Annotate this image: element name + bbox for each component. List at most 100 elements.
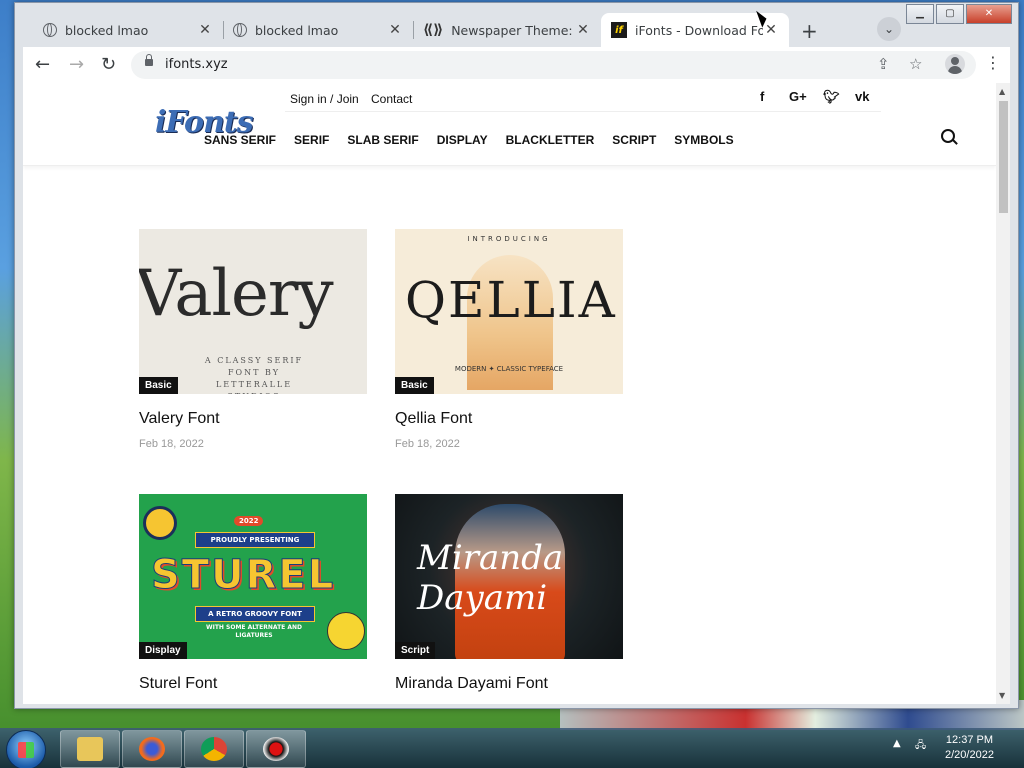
- window-controls: ▁ ▢ ✕: [904, 4, 1012, 24]
- thumb-subtitle: A CLASSY SERIF FONT BY LETTERALLE STUDIO…: [204, 356, 304, 394]
- forward-icon[interactable]: →: [69, 54, 84, 75]
- post-thumbnail[interactable]: Miranda Dayami Script: [395, 494, 623, 659]
- record-icon: [263, 737, 289, 761]
- menu-serif[interactable]: SERIF: [294, 133, 329, 147]
- category-badge[interactable]: Display: [139, 642, 187, 659]
- thumb-text: QELLIA: [405, 271, 617, 329]
- facebook-icon[interactable]: f: [760, 89, 764, 104]
- globe-icon: [43, 23, 57, 37]
- clock-date: 2/20/2022: [945, 749, 994, 761]
- clock-time: 12:37 PM: [945, 734, 994, 746]
- sign-in-link[interactable]: Sign in / Join: [290, 92, 359, 106]
- taskbar: ▲ 🖧︎ 12:37 PM 2/20/2022: [0, 728, 1024, 768]
- header-divider: [285, 111, 881, 112]
- twitter-icon[interactable]: 🐦︎: [823, 89, 840, 105]
- tab-strip: blocked lmao ✕ blocked lmao ✕ ⟪⟫ Newspap…: [15, 3, 1018, 47]
- menu-blackletter[interactable]: BLACKLETTER: [506, 133, 595, 147]
- site-header: Sign in / Join Contact f G+ 🐦︎ vk iFonts…: [23, 83, 996, 166]
- menu-sans-serif[interactable]: SANS SERIF: [204, 133, 276, 147]
- globe-icon: [233, 23, 247, 37]
- tab-blocked-1[interactable]: blocked lmao ✕: [33, 13, 223, 47]
- start-button[interactable]: [6, 730, 46, 768]
- address-bar[interactable]: ifonts.xyz ⇪ ☆: [131, 51, 976, 79]
- contact-link[interactable]: Contact: [371, 92, 412, 106]
- post-thumbnail[interactable]: 2022 PROUDLY PRESENTING STUREL A RETRO G…: [139, 494, 367, 659]
- post-title[interactable]: Sturel Font: [139, 675, 367, 693]
- minimize-button[interactable]: ▁: [906, 4, 934, 24]
- menu-slab-serif[interactable]: SLAB SERIF: [347, 133, 418, 147]
- category-badge[interactable]: Basic: [139, 377, 178, 394]
- tab-blocked-2[interactable]: blocked lmao ✕: [223, 13, 413, 47]
- firefox-icon: [139, 737, 165, 761]
- menu-script[interactable]: SCRIPT: [612, 133, 656, 147]
- peace-sign-graphic: [143, 506, 177, 540]
- main-menu: SANS SERIF SERIF SLAB SERIF DISPLAY BLAC…: [204, 133, 752, 147]
- back-icon[interactable]: ←: [35, 54, 50, 75]
- tab-newspaper[interactable]: ⟪⟫ Newspaper Theme: Cha ✕: [413, 13, 601, 47]
- tab-title: iFonts - Download Font: [635, 22, 763, 38]
- taskbar-chrome[interactable]: [184, 730, 244, 768]
- newspaper-icon: ⟪⟫: [423, 22, 444, 38]
- menu-symbols[interactable]: SYMBOLS: [674, 133, 733, 147]
- smiley-graphic: [327, 612, 365, 650]
- new-tab-button[interactable]: +: [801, 19, 818, 43]
- thumb-text: Miranda Dayami: [417, 538, 564, 618]
- post-card[interactable]: Valery A CLASSY SERIF FONT BY LETTERALLE…: [139, 229, 367, 450]
- reload-icon[interactable]: ↻: [101, 54, 116, 75]
- post-date: Feb 18, 2022: [139, 438, 204, 450]
- tab-title: blocked lmao: [65, 22, 149, 38]
- thumb-subtitle: WITH SOME ALTERNATE AND LIGATURES: [205, 624, 303, 639]
- post-card[interactable]: Miranda Dayami Script Miranda Dayami Fon…: [395, 494, 623, 693]
- scroll-thumb[interactable]: [999, 101, 1008, 213]
- post-card[interactable]: 2022 PROUDLY PRESENTING STUREL A RETRO G…: [139, 494, 367, 693]
- thumb-ribbon-top: PROUDLY PRESENTING: [195, 532, 315, 548]
- post-thumbnail[interactable]: Valery A CLASSY SERIF FONT BY LETTERALLE…: [139, 229, 367, 394]
- post-thumbnail[interactable]: INTRODUCING QELLIA MODERN ✦ CLASSIC TYPE…: [395, 229, 623, 394]
- tab-title: Newspaper Theme: Cha: [451, 22, 575, 38]
- thumb-subtitle: MODERN ✦ CLASSIC TYPEFACE: [454, 365, 564, 373]
- category-badge[interactable]: Basic: [395, 377, 434, 394]
- taskbar-explorer[interactable]: [60, 730, 120, 768]
- close-icon[interactable]: ✕: [197, 22, 213, 38]
- scroll-up-icon[interactable]: ▲: [999, 87, 1005, 96]
- taskbar-clock[interactable]: 12:37 PM 2/20/2022: [945, 733, 994, 763]
- scroll-down-icon[interactable]: ▼: [999, 691, 1005, 700]
- tray-arrow-icon[interactable]: ▲: [893, 738, 901, 749]
- folder-icon: [77, 737, 103, 761]
- share-icon[interactable]: ⇪: [877, 55, 890, 73]
- tab-title: blocked lmao: [255, 22, 339, 38]
- close-icon[interactable]: ✕: [575, 22, 591, 38]
- bookmark-star-icon[interactable]: ☆: [909, 55, 922, 73]
- menu-kebab-icon[interactable]: ⋮: [985, 53, 1001, 72]
- lock-icon: [145, 54, 153, 66]
- chrome-icon: [201, 737, 227, 761]
- url-text[interactable]: ifonts.xyz: [165, 57, 228, 72]
- browser-toolbar: ← → ↻ ifonts.xyz ⇪ ☆ ⋮: [23, 47, 1010, 83]
- post-title[interactable]: Miranda Dayami Font: [395, 675, 623, 693]
- menu-display[interactable]: DISPLAY: [437, 133, 488, 147]
- taskbar-recorder[interactable]: [246, 730, 306, 768]
- taskbar-firefox[interactable]: [122, 730, 182, 768]
- thumb-text: Valery: [139, 257, 334, 331]
- profile-avatar[interactable]: [945, 54, 965, 74]
- thumb-ribbon-mid: A RETRO GROOVY FONT: [195, 606, 315, 622]
- ifonts-favicon: if: [611, 22, 627, 38]
- google-plus-icon[interactable]: G+: [789, 89, 807, 104]
- post-title[interactable]: Valery Font: [139, 410, 367, 428]
- thumb-year: 2022: [234, 516, 264, 526]
- network-icon[interactable]: 🖧︎: [915, 738, 926, 755]
- search-icon[interactable]: [941, 129, 955, 143]
- close-icon[interactable]: ✕: [387, 22, 403, 38]
- maximize-button[interactable]: ▢: [936, 4, 964, 24]
- thumb-intro: INTRODUCING: [467, 235, 551, 243]
- post-card[interactable]: INTRODUCING QELLIA MODERN ✦ CLASSIC TYPE…: [395, 229, 623, 450]
- category-badge[interactable]: Script: [395, 642, 436, 659]
- close-window-button[interactable]: ✕: [966, 4, 1012, 24]
- browser-window: blocked lmao ✕ blocked lmao ✕ ⟪⟫ Newspap…: [14, 2, 1019, 709]
- tab-search-button[interactable]: ⌄: [877, 17, 901, 41]
- vk-icon[interactable]: vk: [855, 89, 869, 104]
- post-title[interactable]: Qellia Font: [395, 410, 623, 428]
- post-date: Feb 18, 2022: [395, 438, 460, 450]
- page-scrollbar[interactable]: ▲ ▼: [996, 83, 1010, 704]
- page-viewport: Sign in / Join Contact f G+ 🐦︎ vk iFonts…: [23, 83, 1010, 704]
